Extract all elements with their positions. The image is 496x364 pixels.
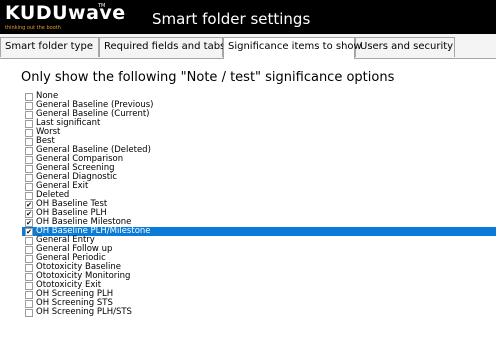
tab-required-fields-and-tabs[interactable]: Required fields and tabs (99, 37, 226, 57)
significance-option[interactable]: General Diagnostic (22, 173, 496, 182)
option-checkbox[interactable] (25, 183, 33, 191)
option-checkbox[interactable] (25, 291, 33, 299)
significance-option[interactable]: OH Screening PLH/STS (22, 308, 496, 317)
option-checkbox[interactable] (25, 300, 33, 308)
option-checkbox[interactable] (25, 309, 33, 317)
option-checkbox[interactable] (25, 264, 33, 272)
option-checkbox[interactable] (25, 129, 33, 137)
tab-label: Required fields and tabs (104, 41, 226, 52)
option-checkbox[interactable] (25, 273, 33, 281)
logo-tagline: thinking out the booth (5, 25, 61, 31)
option-checkbox[interactable] (25, 246, 33, 254)
option-checkbox[interactable] (25, 138, 33, 146)
option-checkbox[interactable] (25, 165, 33, 173)
option-checkbox[interactable] (25, 120, 33, 128)
tab-bar: Smart folder type Required fields and ta… (0, 34, 496, 59)
significance-option[interactable]: General Exit (22, 182, 496, 191)
tab-label: Significance items to show (228, 41, 362, 52)
option-checkbox[interactable] (25, 192, 33, 200)
option-checkbox[interactable] (25, 237, 33, 245)
tab-label: Smart folder type (5, 41, 93, 52)
significance-options-list: None General Baseline (Previous) General B… (22, 92, 496, 317)
window-title: Smart folder settings (152, 10, 311, 28)
option-checkbox[interactable] (25, 255, 33, 263)
tab-smart-folder-type[interactable]: Smart folder type (0, 37, 99, 57)
option-label: OH Screening PLH/STS (36, 307, 132, 317)
option-checkbox[interactable] (25, 93, 33, 101)
option-checkbox[interactable] (25, 102, 33, 110)
option-checkbox[interactable] (25, 156, 33, 164)
tab-label: Users and security (360, 41, 454, 52)
option-checkbox[interactable] (25, 282, 33, 290)
option-checkbox[interactable] (25, 111, 33, 119)
kuduwave-logo: KUDUwave (5, 2, 126, 24)
option-checkbox[interactable]: ✔ (25, 219, 33, 227)
option-checkbox[interactable] (25, 174, 33, 182)
trademark-mark: TM (98, 3, 106, 9)
significance-option[interactable]: Worst (22, 128, 496, 137)
tab-users-and-security[interactable]: Users and security (355, 37, 455, 57)
app-header: KUDUwave TM thinking out the booth Smart… (0, 0, 496, 34)
option-checkbox[interactable]: ✔ (25, 210, 33, 218)
section-heading: Only show the following "Note / test" si… (21, 70, 395, 85)
option-checkbox[interactable]: ✔ (25, 201, 33, 209)
option-checkbox[interactable]: ✔ (25, 228, 33, 236)
significance-option[interactable]: Last significant (22, 119, 496, 128)
tab-significance-items-to-show[interactable]: Significance items to show (223, 37, 362, 59)
option-checkbox[interactable] (25, 147, 33, 155)
